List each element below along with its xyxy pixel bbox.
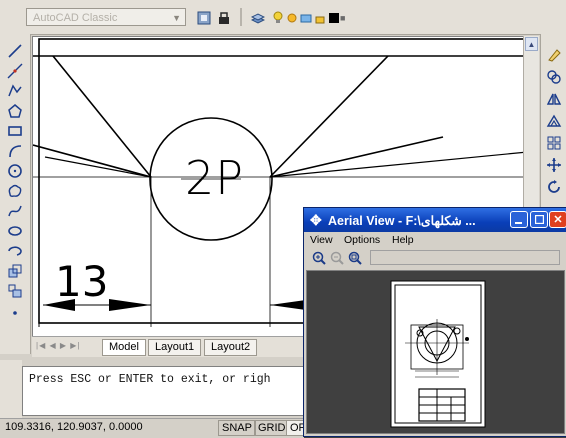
aerial-view-window[interactable]: ✥ Aerial View - F:\شكلهای ... ✕ View Opt… bbox=[303, 207, 566, 437]
move-icon[interactable] bbox=[545, 156, 563, 174]
array-icon[interactable] bbox=[545, 134, 563, 152]
aerial-view-toolbar bbox=[306, 248, 565, 268]
menu-help[interactable]: Help bbox=[392, 234, 414, 246]
layers-icon[interactable] bbox=[250, 10, 266, 26]
polyline-icon[interactable] bbox=[6, 82, 24, 100]
maximize-button[interactable] bbox=[530, 211, 548, 228]
balloon-label: 2P bbox=[185, 151, 245, 205]
grid-toggle[interactable]: GRID bbox=[254, 420, 290, 436]
scroll-up-icon[interactable]: ▲ bbox=[525, 37, 538, 51]
arc-icon[interactable] bbox=[6, 142, 24, 160]
menu-view[interactable]: View bbox=[310, 234, 333, 246]
minimize-button[interactable] bbox=[510, 211, 528, 228]
workspace-combo[interactable]: AutoCAD Classic ▼ bbox=[26, 8, 186, 26]
dimension-text: 13 bbox=[55, 257, 109, 306]
aerial-view-titlebar[interactable]: ✥ Aerial View - F:\شكلهای ... ✕ bbox=[304, 208, 566, 232]
ellipse-icon[interactable] bbox=[6, 222, 24, 240]
menu-options[interactable]: Options bbox=[344, 234, 380, 246]
snap-toggle[interactable]: SNAP bbox=[218, 420, 256, 436]
aerial-view-title: Aerial View - F:\شكلهای ... bbox=[328, 214, 476, 228]
mirror-icon[interactable] bbox=[545, 90, 563, 108]
draw-toolbar bbox=[0, 34, 31, 354]
offset-icon[interactable] bbox=[545, 112, 563, 130]
layer-dropdown-arrow[interactable]: ■ bbox=[340, 13, 345, 23]
workspace-combo-label: AutoCAD Classic bbox=[33, 12, 118, 24]
rectangle-icon[interactable] bbox=[6, 122, 24, 140]
revision-cloud-icon[interactable] bbox=[6, 182, 24, 200]
modify-toolbar bbox=[540, 34, 566, 234]
aerial-view-menubar: View Options Help bbox=[304, 232, 566, 248]
circle-icon[interactable] bbox=[6, 162, 24, 180]
coordinate-readout: 109.3316, 120.9037, 0.0000 bbox=[5, 421, 143, 433]
move-icon: ✥ bbox=[310, 212, 322, 228]
workspace-settings-icon[interactable] bbox=[196, 10, 212, 26]
rotate-icon[interactable] bbox=[545, 178, 563, 196]
spline-icon[interactable] bbox=[6, 202, 24, 220]
make-block-icon[interactable] bbox=[6, 282, 24, 300]
line-tool-icon[interactable] bbox=[6, 42, 24, 60]
zoom-out-icon[interactable] bbox=[330, 251, 344, 270]
toolbar-separator bbox=[240, 8, 242, 26]
aerial-view-canvas[interactable] bbox=[306, 270, 565, 434]
global-zoom-icon[interactable] bbox=[348, 251, 362, 270]
tab-layout1[interactable]: Layout1 bbox=[148, 339, 202, 356]
erase-icon[interactable] bbox=[545, 46, 563, 64]
zoom-in-icon[interactable] bbox=[312, 251, 326, 270]
point-icon[interactable] bbox=[6, 304, 24, 322]
insert-block-icon[interactable] bbox=[6, 262, 24, 280]
aerial-view-status-field bbox=[370, 250, 560, 265]
tab-scroll-arrows[interactable]: |◀ ◀ ▶ ▶| bbox=[36, 341, 80, 350]
chevron-down-icon[interactable]: ▼ bbox=[172, 9, 181, 27]
polygon-icon[interactable] bbox=[6, 102, 24, 120]
toolbar-lock-icon[interactable] bbox=[216, 10, 232, 26]
command-gripper[interactable] bbox=[0, 360, 22, 420]
close-button[interactable]: ✕ bbox=[549, 211, 566, 228]
top-toolbar: AutoCAD Classic ▼ ■ bbox=[0, 0, 566, 35]
tab-model[interactable]: Model bbox=[102, 339, 146, 356]
aerial-thumbnail bbox=[390, 280, 486, 428]
tab-layout2[interactable]: Layout2 bbox=[204, 339, 258, 356]
construction-line-icon[interactable] bbox=[6, 62, 24, 80]
ellipse-arc-icon[interactable] bbox=[6, 242, 24, 260]
copy-icon[interactable] bbox=[545, 68, 563, 86]
